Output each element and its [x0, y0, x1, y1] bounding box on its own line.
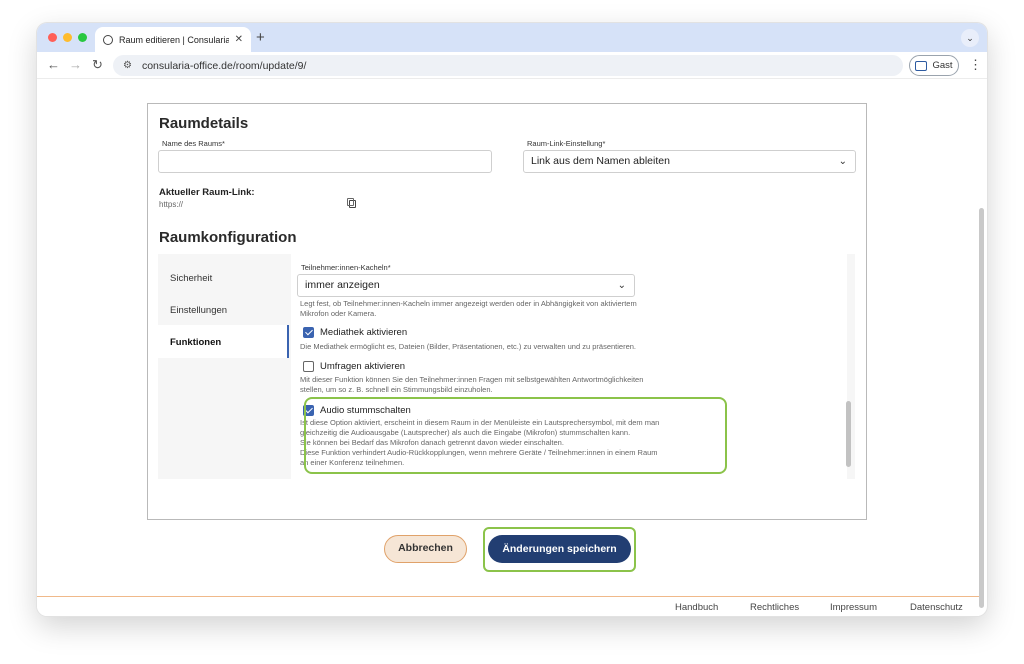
save-changes-button[interactable]: Änderungen speichern [488, 535, 631, 563]
umfragen-help-line-2: stellen, um so z. B. schnell ein Stimmun… [300, 385, 493, 394]
nav-item-funktionen[interactable]: Funktionen [170, 337, 221, 348]
site-settings-icon[interactable]: ⚙ [123, 60, 132, 71]
nav-item-einstellungen[interactable]: Einstellungen [170, 305, 227, 316]
room-link-setting-select[interactable]: Link aus dem Namen ableiten ⌄ [523, 150, 856, 173]
url-text: consularia-office.de/room/update/9/ [141, 59, 307, 72]
browser-tab-active[interactable]: Raum editieren | Consularia O ✕ [95, 27, 251, 52]
mediathek-checkbox[interactable] [303, 327, 314, 338]
umfragen-help-line-1: Mit dieser Funktion können Sie den Teiln… [300, 375, 644, 384]
audio-mute-highlight-frame [304, 397, 727, 474]
footer-link-datenschutz[interactable]: Datenschutz [910, 602, 963, 613]
room-config-heading: Raumkonfiguration [159, 229, 297, 246]
tab-title: Raum editieren | Consularia O [119, 34, 229, 45]
reload-icon[interactable]: ↻ [92, 57, 103, 73]
nav-item-sicherheit[interactable]: Sicherheit [170, 273, 212, 284]
room-name-label: Name des Raums* [162, 139, 225, 148]
mediathek-help: Die Mediathek ermöglicht es, Dateien (Bi… [300, 342, 637, 351]
browser-toolbar: ← → ↻ ⚙ consularia-office.de/room/update… [37, 52, 987, 79]
tiles-label: Teilnehmer:innen-Kacheln* [301, 263, 391, 272]
room-name-input[interactable] [158, 150, 492, 173]
current-room-link-value: https:// [159, 200, 184, 209]
profile-icon [915, 60, 928, 71]
cancel-button[interactable]: Abbrechen [384, 535, 467, 563]
room-link-setting-label: Raum-Link-Einstellung* [527, 139, 606, 148]
profile-label: Gast [932, 60, 953, 71]
mediathek-option[interactable]: Mediathek aktivieren [303, 327, 407, 338]
tiles-value: immer anzeigen [305, 279, 380, 291]
footer-link-handbuch[interactable]: Handbuch [675, 602, 718, 613]
copy-link-icon-back [347, 198, 354, 206]
footer-link-rechtliches[interactable]: Rechtliches [750, 602, 799, 613]
close-window-button[interactable] [48, 33, 57, 42]
new-tab-plus-icon[interactable]: + [256, 29, 265, 46]
room-edit-card: Raumdetails Name des Raums* Raum-Link-Ei… [147, 103, 867, 520]
tab-search-chevron-icon[interactable]: ⌄ [961, 29, 979, 47]
chevron-down-icon: ⌄ [838, 156, 847, 167]
mediathek-label: Mediathek aktivieren [320, 327, 408, 338]
room-details-heading: Raumdetails [159, 115, 249, 132]
panel-scrollbar[interactable] [846, 401, 851, 467]
site-favicon-icon [103, 34, 113, 45]
room-config-panel: Sicherheit Einstellungen Funktionen Teil… [158, 254, 855, 479]
back-arrow-icon[interactable]: ← [47, 57, 60, 72]
browser-window: Raum editieren | Consularia O ✕ + ⌄ ← → … [37, 23, 987, 616]
profile-button[interactable]: Gast [909, 55, 959, 76]
tiles-select[interactable]: immer anzeigen ⌄ [297, 274, 635, 297]
footer-link-impressum[interactable]: Impressum [830, 602, 877, 613]
tab-bar: Raum editieren | Consularia O ✕ + ⌄ [37, 23, 987, 52]
tiles-help-line-1: Legt fest, ob Teilnehmer:innen-Kacheln i… [300, 299, 637, 308]
chevron-down-icon: ⌄ [617, 280, 626, 291]
umfragen-checkbox[interactable] [303, 361, 314, 372]
tiles-help-line-2: Mikrofon oder Kamera. [300, 309, 377, 318]
umfragen-option[interactable]: Umfragen aktivieren [303, 361, 405, 372]
forward-arrow-icon[interactable]: → [69, 57, 82, 72]
page-footer: Handbuch Rechtliches Impressum Datenschu… [37, 596, 979, 616]
address-bar[interactable]: ⚙ consularia-office.de/room/update/9/ [113, 55, 903, 76]
minimize-window-button[interactable] [63, 33, 72, 42]
maximize-window-button[interactable] [78, 33, 87, 42]
room-link-setting-value: Link aus dem Namen ableiten [531, 155, 670, 167]
page-scrollbar[interactable] [979, 208, 984, 608]
umfragen-label: Umfragen aktivieren [320, 361, 406, 372]
window-controls [48, 33, 87, 42]
close-tab-icon[interactable]: ✕ [235, 34, 243, 45]
browser-menu-icon[interactable]: ⋮ [969, 57, 982, 73]
current-room-link-label: Aktueller Raum-Link: [159, 187, 255, 198]
